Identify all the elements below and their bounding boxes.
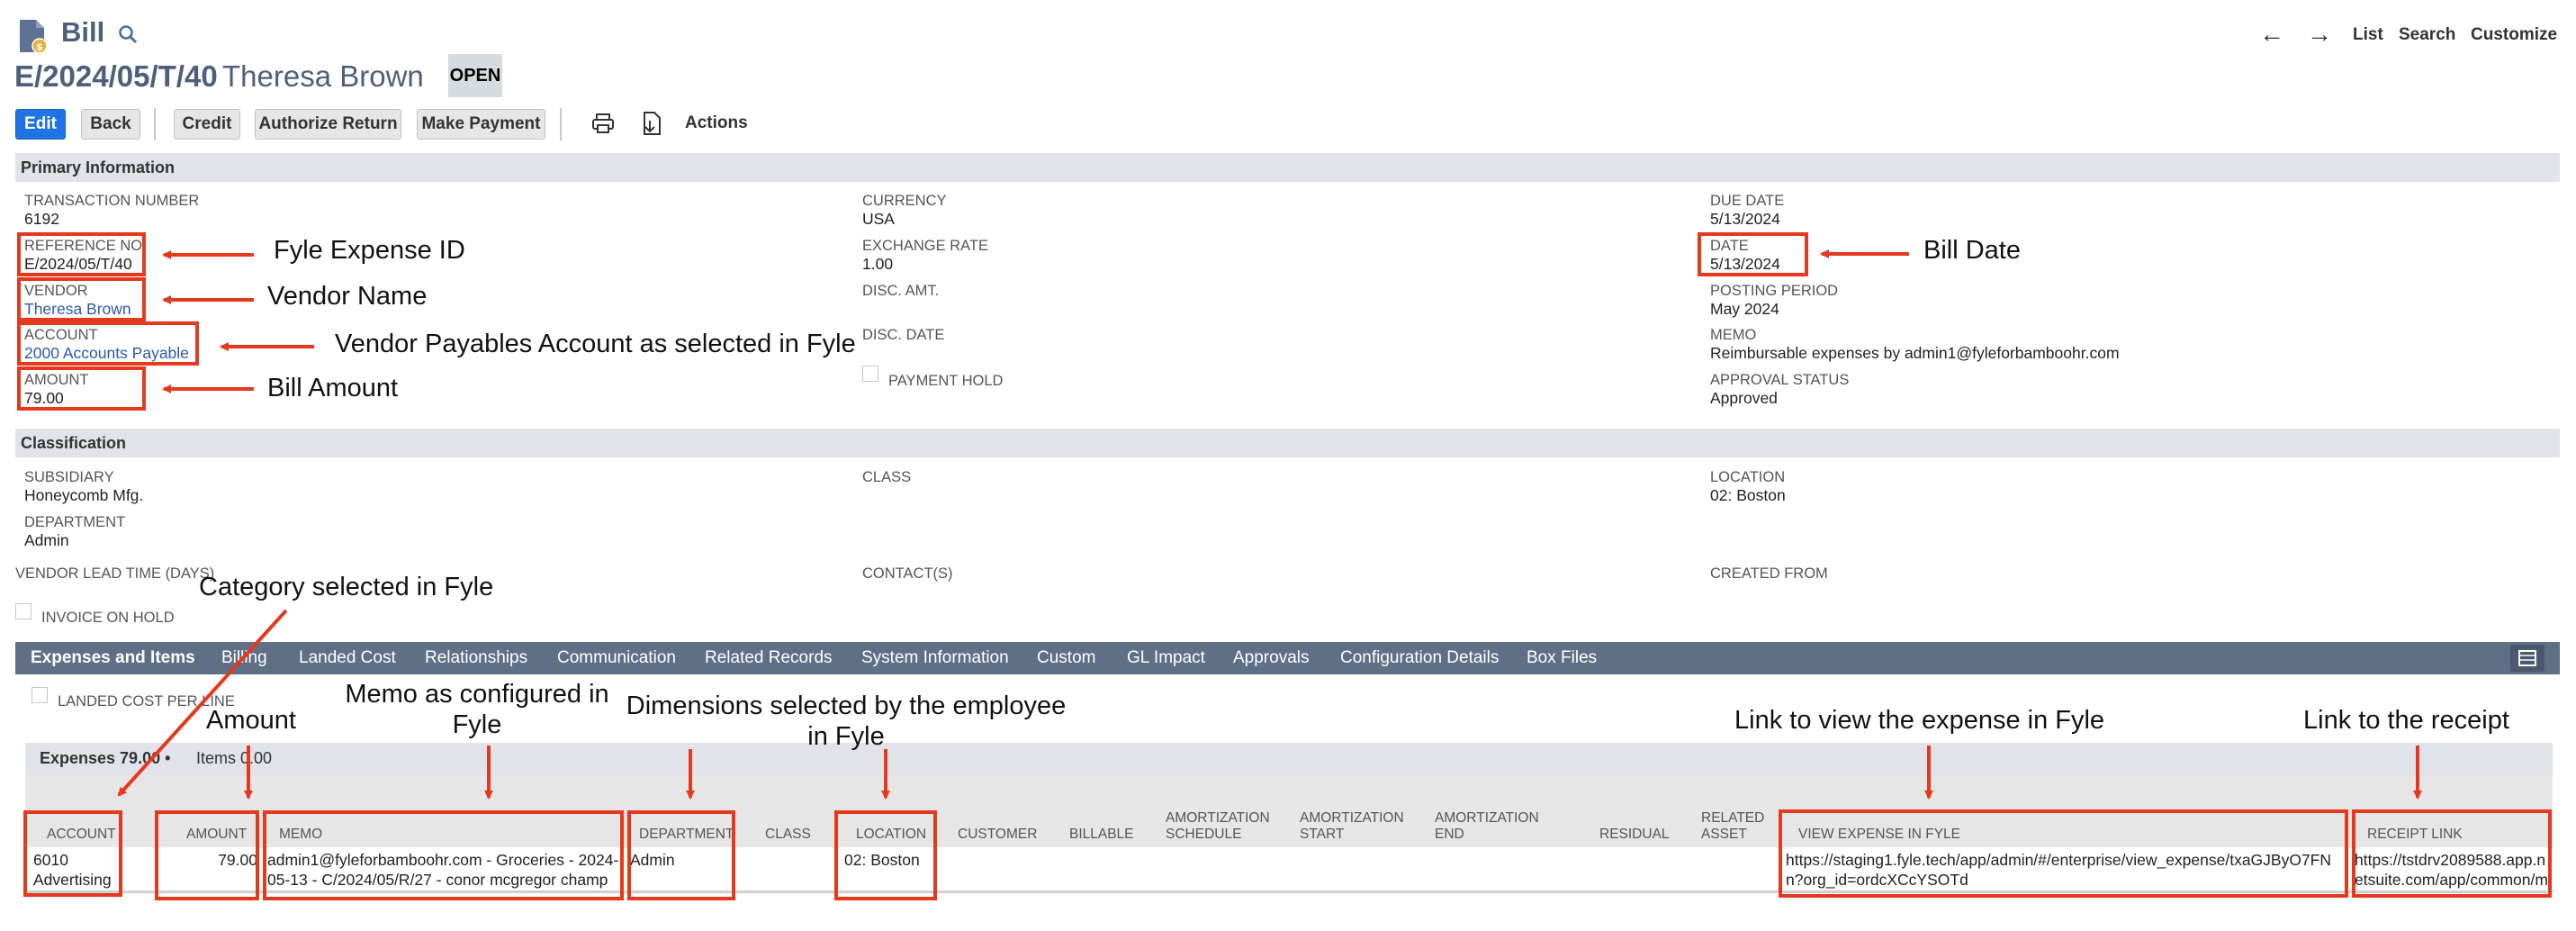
annotation-arrows (117, 249, 2422, 800)
arrow-category (117, 609, 288, 797)
